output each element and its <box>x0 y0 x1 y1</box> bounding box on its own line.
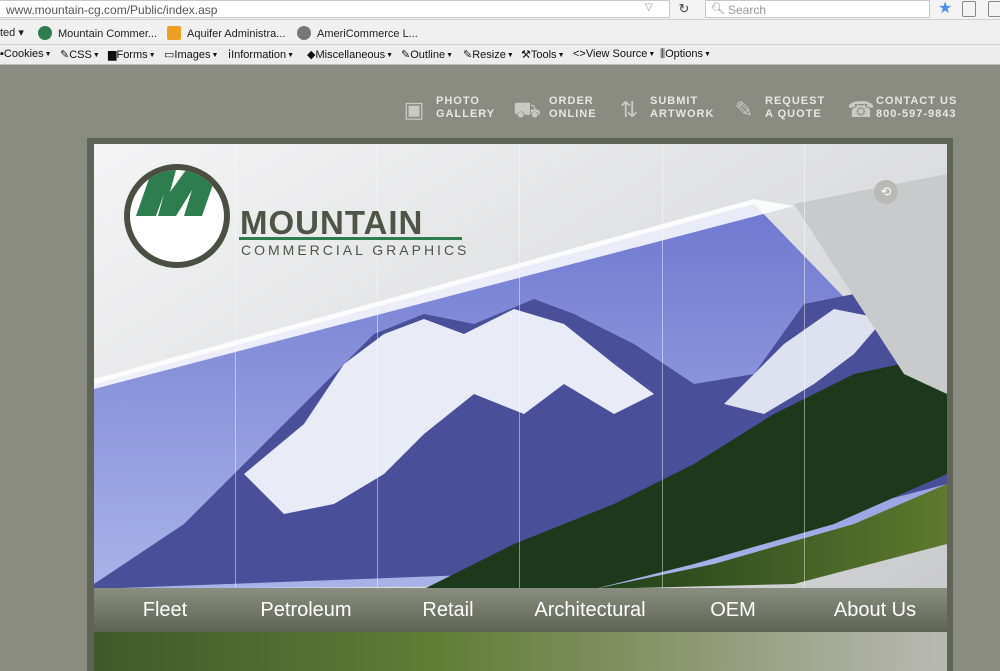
bookmark-label: Mountain Commer... <box>58 28 158 40</box>
code-icon: <> <box>573 48 586 60</box>
hero-lower-image <box>94 632 947 671</box>
globe-favicon-icon <box>297 26 311 40</box>
reading-list-icon[interactable] <box>962 1 976 17</box>
dev-menu-information[interactable]: ⅰInformation▼ <box>228 48 294 61</box>
hero-banner: MOUNTAIN COMMERCIAL GRAPHICS ⟲ Fleet Pet… <box>94 144 947 671</box>
nav-request-quote[interactable]: ✎ REQUEST A QUOTE <box>728 92 828 132</box>
dev-menu-resize[interactable]: ✎Resize▼ <box>463 48 514 61</box>
dev-menu-label: Information <box>231 49 287 61</box>
bookmark-item-mountain[interactable]: Mountain Commer... <box>38 26 157 40</box>
nav-label: ORDER ONLINE <box>549 95 597 120</box>
aquifer-favicon-icon <box>167 26 181 40</box>
category-petroleum[interactable]: Petroleum <box>235 588 377 632</box>
bookmark-item-suggested[interactable]: ted ▾ <box>0 26 24 39</box>
dev-menu-cookies[interactable]: ▪Cookies▼ <box>0 48 52 60</box>
search-icon: 🔍︎ <box>711 3 725 15</box>
reload-icon[interactable]: ↻ <box>672 0 696 18</box>
dev-menu-options[interactable]: ⫼Options▼ <box>660 48 711 61</box>
dev-menu-view-source[interactable]: <>View Source▼ <box>573 48 655 60</box>
category-architectural[interactable]: Architectural <box>519 588 661 632</box>
cart-icon: ⛟ <box>513 97 541 122</box>
logo-tagline: COMMERCIAL GRAPHICS <box>241 242 470 258</box>
bookmarks-bar: ted ▾ Mountain Commer... Aquifer Adminis… <box>0 20 1000 45</box>
bookmark-label: Aquifer Administra... <box>187 28 286 40</box>
dev-menu-label: Resize <box>472 49 506 61</box>
image-icon: ▭ <box>164 49 175 61</box>
nav-label: PHOTO GALLERY <box>436 95 496 120</box>
dev-menu-label: Images <box>174 49 211 61</box>
bookmark-label: AmeriCommerce L... <box>317 28 418 40</box>
bookmark-item-americommerce[interactable]: AmeriCommerce L... <box>297 26 418 40</box>
dev-menu-label: Options <box>665 48 703 60</box>
pencil-icon: ✎ <box>401 49 411 61</box>
category-about-us[interactable]: About Us <box>804 588 946 632</box>
wrench-icon: ⚒ <box>521 49 531 61</box>
address-bar[interactable]: www.mountain-cg.com/Public/index.asp <box>0 0 670 18</box>
bookmark-label: ted <box>0 27 16 39</box>
photo-icon: ▣ <box>403 97 425 122</box>
bookmark-star-icon[interactable]: ★ <box>938 0 952 18</box>
nav-photo-gallery[interactable]: ▣ PHOTO GALLERY <box>398 92 498 132</box>
dev-menu-label: Miscellaneous <box>315 49 386 61</box>
category-retail[interactable]: Retail <box>377 588 519 632</box>
search-input[interactable]: 🔍︎ Search <box>705 0 930 18</box>
downloads-icon[interactable] <box>988 1 1000 17</box>
dev-menu-label: CSS <box>69 49 92 61</box>
mountain-favicon-icon <box>38 26 52 40</box>
nav-submit-artwork[interactable]: ⇅ SUBMIT ARTWORK <box>613 92 715 132</box>
wand-icon: ✎ <box>60 49 70 61</box>
dev-menu-label: View Source <box>585 48 648 60</box>
form-icon: ✎ <box>734 97 754 122</box>
dev-menu-outline[interactable]: ✎Outline▼ <box>401 48 453 61</box>
dev-menu-tools[interactable]: ⚒Tools▼ <box>521 48 565 61</box>
dev-menu-forms[interactable]: ▆Forms▼ <box>108 48 156 61</box>
url-dropdown-icon[interactable]: ▽ <box>645 2 653 13</box>
dev-menu-label: Outline <box>410 49 446 61</box>
nav-label: REQUEST A QUOTE <box>765 95 826 120</box>
category-fleet[interactable]: Fleet <box>94 588 236 632</box>
mountain-m-icon <box>136 170 218 216</box>
dev-menu-label: Tools <box>530 49 557 61</box>
dev-menu-images[interactable]: ▭Images▼ <box>164 48 218 61</box>
dev-menu-miscellaneous[interactable]: ◆Miscellaneous▼ <box>307 48 393 61</box>
browser-toolbar: www.mountain-cg.com/Public/index.asp ▽ ↻… <box>0 0 1000 20</box>
nav-label: SUBMIT ARTWORK <box>650 95 715 120</box>
nav-label: CONTACT US 800-597-9843 <box>876 95 958 120</box>
search-placeholder: Search <box>728 3 767 17</box>
dev-menu-css[interactable]: ✎CSS▼ <box>60 48 100 61</box>
logo-emblem[interactable] <box>124 164 230 268</box>
dev-menu-label: Forms <box>116 49 148 61</box>
dev-menu-label: Cookies <box>3 48 44 60</box>
web-developer-toolbar: ▪Cookies▼ ✎CSS▼ ▆Forms▼ ▭Images▼ ⅰInform… <box>0 45 1000 65</box>
share-icon[interactable]: ⟲ <box>874 180 898 204</box>
logo-underline <box>239 237 462 240</box>
upload-icon: ⇅ <box>619 97 639 122</box>
category-oem[interactable]: OEM <box>662 588 804 632</box>
category-nav: Fleet Petroleum Retail Architectural OEM… <box>94 588 947 632</box>
bookmark-item-aquifer[interactable]: Aquifer Administra... <box>167 26 285 40</box>
resize-icon: ✎ <box>463 49 473 61</box>
nav-contact-us[interactable]: ☎ CONTACT US 800-597-9843 <box>845 92 960 132</box>
phone-icon: ☎ <box>847 97 875 122</box>
nav-order-online[interactable]: ⛟ ORDER ONLINE <box>511 92 601 132</box>
